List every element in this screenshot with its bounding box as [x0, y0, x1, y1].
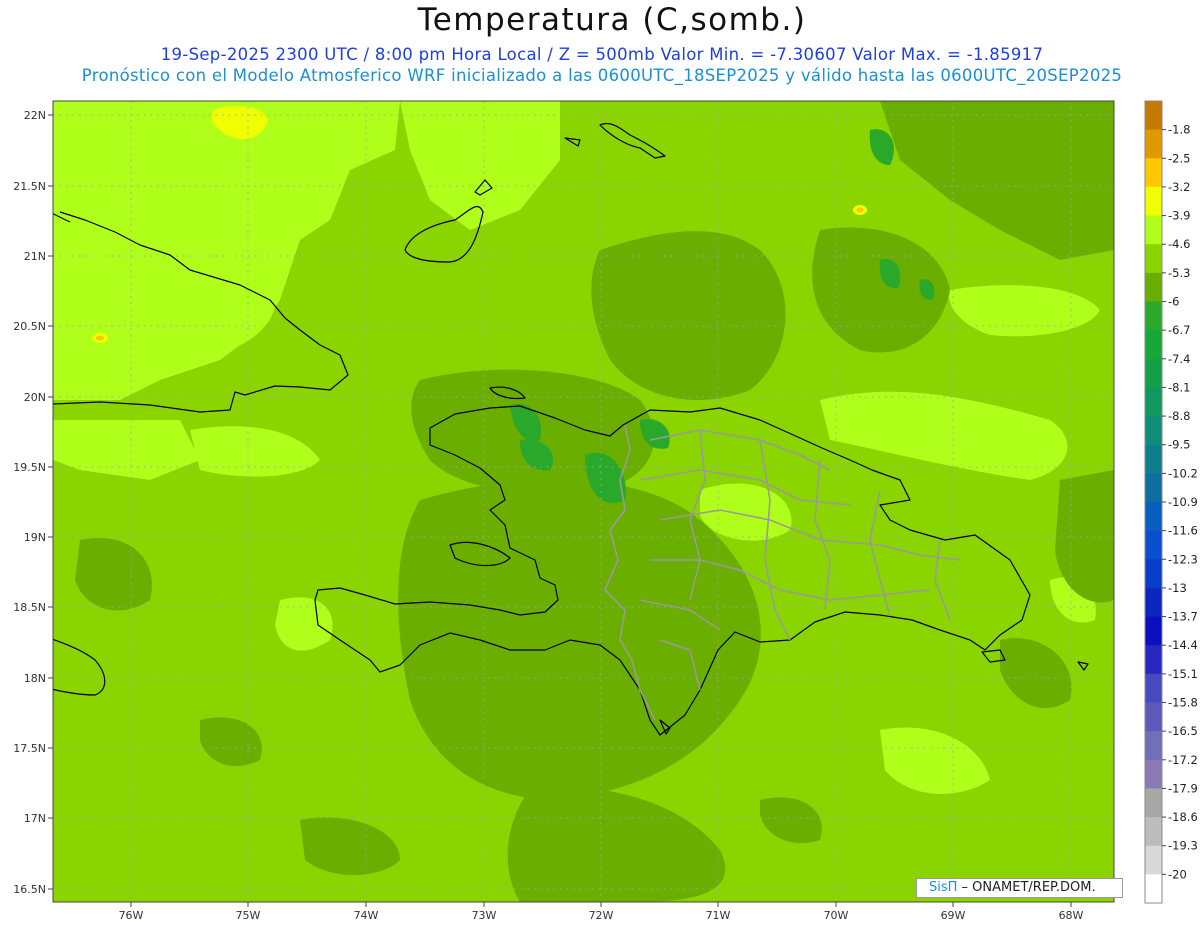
colorbar-label: -18.6	[1168, 810, 1198, 824]
colorbar-swatch	[1145, 673, 1162, 703]
colorbar-label: -2.5	[1168, 151, 1190, 165]
colorbar-swatch	[1145, 587, 1162, 618]
colorbar-label: -14.4	[1168, 638, 1198, 652]
lat-label: 22N	[24, 109, 46, 122]
credit-text: – ONAMET/REP.DOM.	[957, 880, 1096, 895]
colorbar-swatch	[1145, 244, 1162, 274]
lat-label: 20N	[24, 391, 46, 404]
colorbar-swatch	[1145, 416, 1162, 446]
colorbar-label: -3.9	[1168, 209, 1190, 223]
colorbar-label: -1.8	[1168, 123, 1190, 137]
lon-label: 75W	[236, 909, 261, 922]
colorbar-swatch	[1145, 731, 1162, 761]
colorbar-label: -17.9	[1168, 781, 1198, 795]
lon-label: 68W	[1059, 909, 1084, 922]
colorbar-label: -7.4	[1168, 352, 1190, 366]
colorbar-label: -3.2	[1168, 180, 1190, 194]
colorbar-swatch	[1145, 788, 1162, 818]
colorbar-swatch	[1145, 817, 1162, 847]
lon-label: 73W	[472, 909, 497, 922]
lat-label: 19N	[24, 531, 46, 544]
colorbar-label: -12.3	[1168, 552, 1198, 566]
colorbar-swatch	[1145, 101, 1162, 131]
lon-label: 71W	[706, 909, 731, 922]
map-figure: 22N 21.5N 21N 20.5N 20N 19.5N 19N 18.5N …	[13, 100, 1198, 922]
colorbar-label: -8.8	[1168, 409, 1190, 423]
lon-label: 69W	[941, 909, 966, 922]
lon-label: 72W	[589, 909, 614, 922]
colorbar-label: -20	[1168, 867, 1187, 881]
colorbar-label: -6	[1168, 295, 1179, 309]
colorbar-label: -17.2	[1168, 753, 1198, 767]
lat-label: 21N	[24, 250, 46, 263]
sispi-logo: SisΠ	[929, 880, 958, 895]
colorbar-swatch	[1145, 759, 1162, 789]
temperature-field	[53, 101, 1114, 902]
colorbar-swatch	[1145, 702, 1162, 732]
colorbar-swatch	[1145, 272, 1162, 302]
colorbar-swatch	[1145, 301, 1162, 331]
colorbar-label: -6.7	[1168, 323, 1190, 337]
longitude-labels: 76W 75W 74W 73W 72W 71W 70W 69W 68W	[119, 909, 1084, 922]
colorbar-swatch	[1145, 559, 1162, 589]
lat-label: 19.5N	[13, 461, 46, 474]
colorbar-swatch	[1145, 530, 1162, 560]
colorbar-swatch	[1145, 473, 1162, 503]
colorbar-label: -5.3	[1168, 266, 1190, 280]
colorbar-swatch	[1145, 129, 1162, 159]
colorbar-label: -13.7	[1168, 610, 1198, 624]
colorbar-label: -19.3	[1168, 839, 1198, 853]
lon-label: 76W	[119, 909, 144, 922]
colorbar-swatch	[1145, 616, 1162, 646]
colorbar-swatch	[1145, 845, 1162, 875]
colorbar-label: -11.6	[1168, 524, 1198, 538]
colorbar-swatch	[1145, 158, 1162, 188]
lat-label: 18.5N	[13, 601, 46, 614]
colorbar-swatch	[1145, 502, 1162, 532]
colorbar-label: -9.5	[1168, 438, 1190, 452]
latitude-labels: 22N 21.5N 21N 20.5N 20N 19.5N 19N 18.5N …	[13, 109, 46, 896]
lat-label: 21.5N	[13, 180, 46, 193]
colorbar-swatch	[1145, 645, 1162, 675]
colorbar-swatch	[1145, 186, 1162, 217]
colorbar-swatch	[1145, 387, 1162, 417]
colorbar-label: -4.6	[1168, 237, 1190, 251]
lon-label: 74W	[354, 909, 379, 922]
colorbar-swatch	[1145, 330, 1162, 360]
lat-label: 18N	[24, 672, 46, 685]
colorbar-swatch	[1145, 215, 1162, 245]
lat-label: 17N	[24, 812, 46, 825]
lat-label: 17.5N	[13, 742, 46, 755]
colorbar-label: -15.1	[1168, 667, 1198, 681]
lon-label: 70W	[824, 909, 849, 922]
colorbar-label: -10.2	[1168, 466, 1198, 480]
colorbar-swatch	[1145, 444, 1162, 474]
credit-box: SisΠ – ONAMET/REP.DOM.	[916, 878, 1123, 898]
colorbar-label: -8.1	[1168, 380, 1190, 394]
colorbar-label: -13	[1168, 581, 1187, 595]
colorbar-swatch	[1145, 358, 1162, 388]
lat-label: 16.5N	[13, 883, 46, 896]
colorbar: -1.8 -2.5 -3.2 -3.9 -4.6 -5.3 -6 -6.7 -7.4 -8.1 -8…	[1144, 100, 1198, 904]
colorbar-label: -16.5	[1168, 724, 1198, 738]
colorbar-label: -15.8	[1168, 696, 1198, 710]
lat-label: 20.5N	[13, 320, 46, 333]
colorbar-label: -10.9	[1168, 495, 1198, 509]
colorbar-swatch	[1145, 874, 1162, 904]
